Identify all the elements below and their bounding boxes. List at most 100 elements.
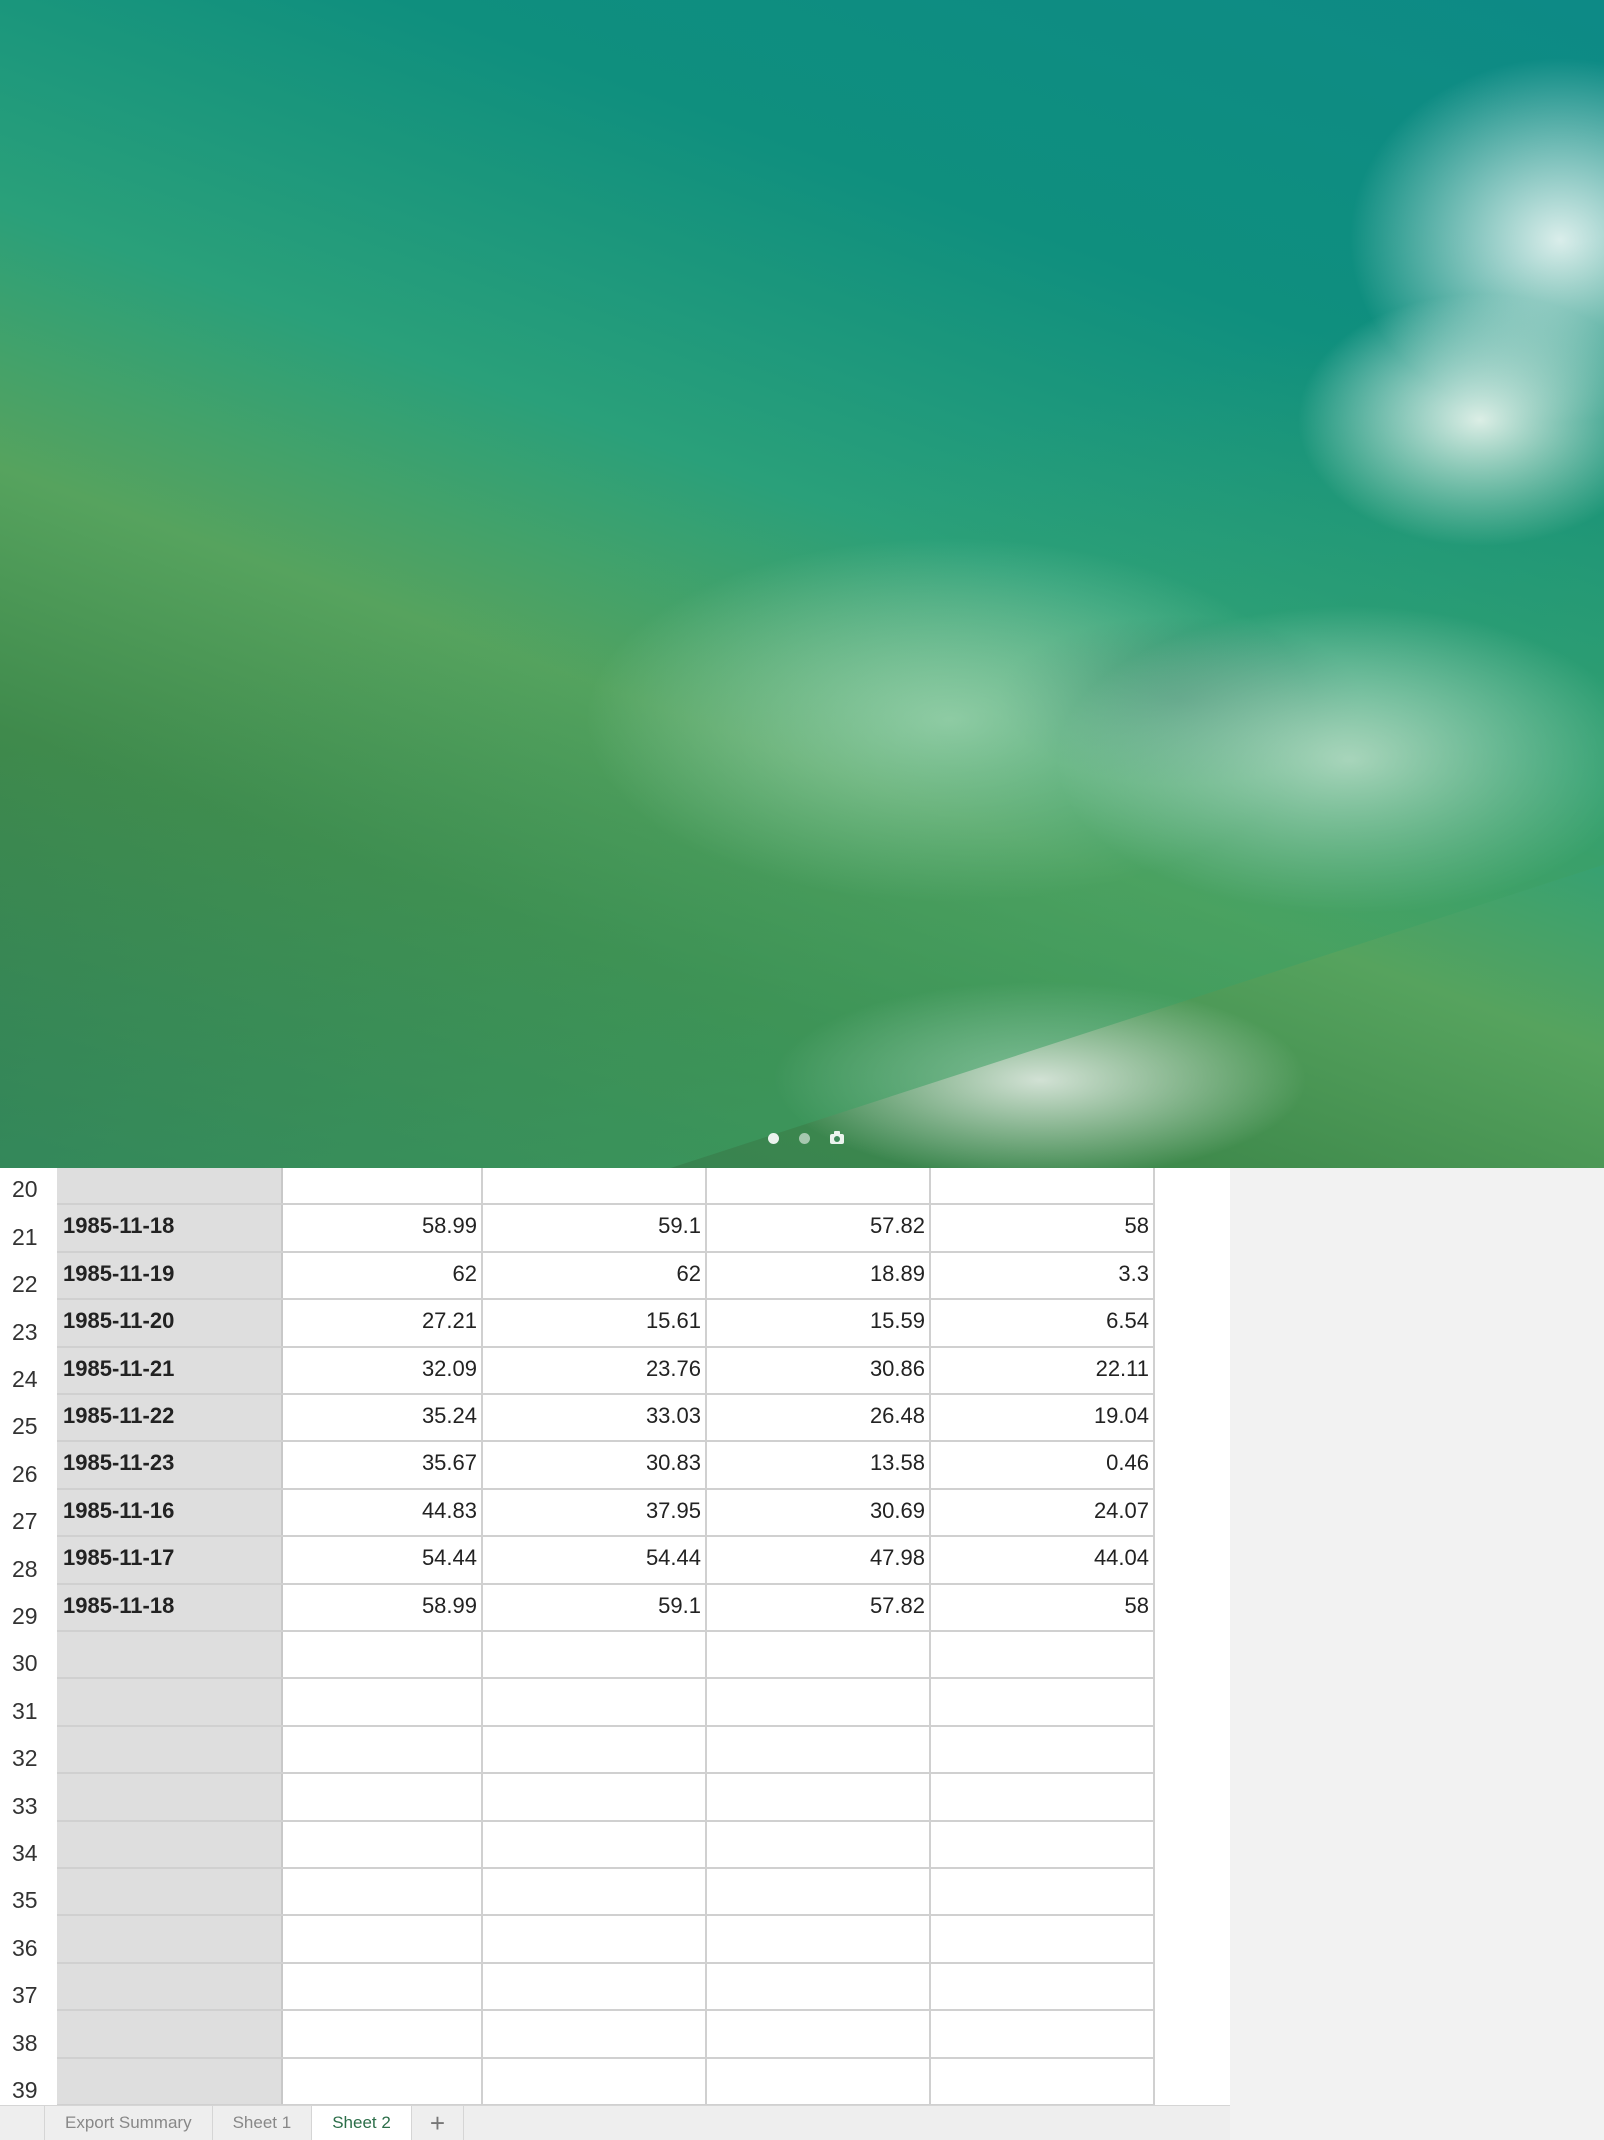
value-cell[interactable]: 35.24: [283, 1395, 483, 1441]
add-sheet-button[interactable]: +: [412, 2106, 464, 2140]
value-cell[interactable]: 37.95: [483, 1489, 707, 1536]
value-cell[interactable]: 19.04: [931, 1395, 1155, 1441]
value-cell[interactable]: [483, 1168, 707, 1204]
value-cell[interactable]: [707, 1679, 931, 1725]
date-cell[interactable]: [57, 1821, 283, 1867]
row-number[interactable]: 30: [0, 1632, 57, 1679]
value-cell[interactable]: [283, 1916, 483, 1962]
row-number[interactable]: 23: [0, 1300, 57, 1347]
value-cell[interactable]: 6.54: [931, 1300, 1155, 1346]
value-cell[interactable]: [931, 1963, 1155, 2010]
tab-sheet-2[interactable]: Sheet 2: [312, 2106, 412, 2140]
value-cell[interactable]: [931, 1726, 1155, 1773]
value-cell[interactable]: [283, 1821, 483, 1867]
tab-export-summary[interactable]: Export Summary: [44, 2106, 213, 2140]
value-cell[interactable]: 30.69: [707, 1489, 931, 1536]
value-cell[interactable]: 59.1: [483, 1584, 707, 1630]
value-cell[interactable]: 44.04: [931, 1537, 1155, 1583]
value-cell[interactable]: [483, 1821, 707, 1867]
value-cell[interactable]: [483, 1774, 707, 1820]
value-cell[interactable]: [483, 1632, 707, 1678]
row-number[interactable]: 29: [0, 1585, 57, 1632]
value-cell[interactable]: 54.44: [483, 1537, 707, 1583]
value-cell[interactable]: [483, 2058, 707, 2104]
date-cell[interactable]: 1985-11-18: [57, 1584, 283, 1630]
date-cell[interactable]: [57, 1963, 283, 2010]
row-number[interactable]: 21: [0, 1205, 57, 1252]
row-number[interactable]: 27: [0, 1490, 57, 1537]
row-number[interactable]: 34: [0, 1822, 57, 1869]
row-number[interactable]: 36: [0, 1916, 57, 1963]
date-cell[interactable]: 1985-11-23: [57, 1442, 283, 1488]
value-cell[interactable]: 62: [283, 1252, 483, 1299]
row-number[interactable]: 26: [0, 1442, 57, 1489]
value-cell[interactable]: [483, 1916, 707, 1962]
tab-sheet-1[interactable]: Sheet 1: [213, 2106, 313, 2140]
date-cell[interactable]: [57, 1916, 283, 1962]
value-cell[interactable]: 57.82: [707, 1205, 931, 1251]
spreadsheet[interactable]: 20 21 22 23 24 25 26 27 28 29 30 31 32 33 34 35 36 37 38 39…: [0, 1168, 1230, 2105]
value-cell[interactable]: [283, 1632, 483, 1678]
value-cell[interactable]: [931, 1821, 1155, 1867]
value-cell[interactable]: [931, 1774, 1155, 1820]
value-cell[interactable]: 58: [931, 1584, 1155, 1630]
value-cell[interactable]: [283, 1963, 483, 2010]
value-cell[interactable]: [931, 1679, 1155, 1725]
date-cell[interactable]: 1985-11-22: [57, 1395, 283, 1441]
value-cell[interactable]: [707, 1869, 931, 1915]
value-cell[interactable]: 18.89: [707, 1252, 931, 1299]
value-cell[interactable]: [931, 2011, 1155, 2057]
value-cell[interactable]: [707, 1774, 931, 1820]
value-cell[interactable]: 23.76: [483, 1347, 707, 1393]
row-number[interactable]: 38: [0, 2011, 57, 2058]
date-cell[interactable]: 1985-11-21: [57, 1347, 283, 1393]
date-cell[interactable]: [57, 1869, 283, 1915]
value-cell[interactable]: [483, 1726, 707, 1773]
value-cell[interactable]: 35.67: [283, 1442, 483, 1488]
value-cell[interactable]: 22.11: [931, 1347, 1155, 1393]
value-cell[interactable]: 26.48: [707, 1395, 931, 1441]
value-cell[interactable]: 32.09: [283, 1347, 483, 1393]
value-cell[interactable]: 13.58: [707, 1442, 931, 1488]
row-number[interactable]: 39: [0, 2059, 57, 2105]
value-cell[interactable]: 57.82: [707, 1584, 931, 1630]
value-cell[interactable]: 58: [931, 1205, 1155, 1251]
value-cell[interactable]: [483, 1679, 707, 1725]
data-grid[interactable]: 1985-11-18 58.99 59.1 57.82 58 1985-11-19 62 62…: [57, 1168, 1155, 2105]
value-cell[interactable]: 0.46: [931, 1442, 1155, 1488]
value-cell[interactable]: [707, 1821, 931, 1867]
value-cell[interactable]: 59.1: [483, 1205, 707, 1251]
date-cell[interactable]: 1985-11-20: [57, 1300, 283, 1346]
date-cell[interactable]: 1985-11-19: [57, 1252, 283, 1299]
value-cell[interactable]: [283, 2058, 483, 2104]
value-cell[interactable]: [931, 1869, 1155, 1915]
row-number[interactable]: 35: [0, 1869, 57, 1916]
value-cell[interactable]: 33.03: [483, 1395, 707, 1441]
row-number[interactable]: 28: [0, 1537, 57, 1584]
value-cell[interactable]: 58.99: [283, 1205, 483, 1251]
value-cell[interactable]: 15.61: [483, 1300, 707, 1346]
date-cell[interactable]: [57, 1168, 283, 1204]
value-cell[interactable]: 15.59: [707, 1300, 931, 1346]
row-number[interactable]: 20: [0, 1168, 57, 1205]
value-cell[interactable]: 30.83: [483, 1442, 707, 1488]
value-cell[interactable]: [707, 2011, 931, 2057]
value-cell[interactable]: [707, 1632, 931, 1678]
row-number[interactable]: 31: [0, 1679, 57, 1726]
value-cell[interactable]: [283, 1869, 483, 1915]
row-number[interactable]: 25: [0, 1395, 57, 1442]
value-cell[interactable]: [707, 1916, 931, 1962]
value-cell[interactable]: [283, 2011, 483, 2057]
value-cell[interactable]: [931, 1168, 1155, 1204]
date-cell[interactable]: 1985-11-17: [57, 1537, 283, 1583]
row-number[interactable]: 33: [0, 1774, 57, 1821]
row-number[interactable]: 22: [0, 1253, 57, 1300]
row-number[interactable]: 24: [0, 1348, 57, 1395]
value-cell[interactable]: 24.07: [931, 1489, 1155, 1536]
row-number[interactable]: 32: [0, 1727, 57, 1774]
value-cell[interactable]: 3.3: [931, 1252, 1155, 1299]
value-cell[interactable]: [707, 1963, 931, 2010]
value-cell[interactable]: 62: [483, 1252, 707, 1299]
value-cell[interactable]: [931, 1916, 1155, 1962]
value-cell[interactable]: 54.44: [283, 1537, 483, 1583]
